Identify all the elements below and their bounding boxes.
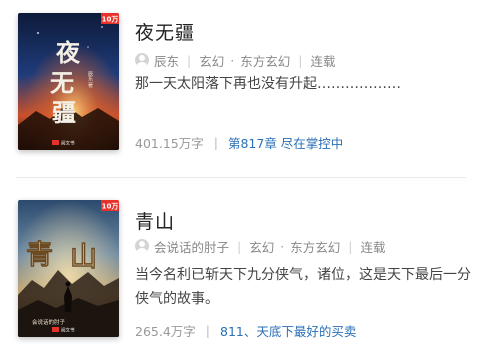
cover-title-char-2: 无 xyxy=(50,68,74,97)
status-label: 连载 xyxy=(360,239,386,255)
book-cover[interactable]: 10万 青 山 会说话的肘子 阅文书 xyxy=(18,200,119,337)
author-avatar-icon xyxy=(135,53,149,67)
book-item[interactable]: 10万 夜 无 疆 辰东 著 阅文书 夜无疆 辰东 | 玄幻 · 东方玄幻 | … xyxy=(0,0,484,176)
cover-title-char-2: 山 xyxy=(70,242,97,273)
separator: | xyxy=(298,52,303,68)
cover-publisher: 阅文书 xyxy=(61,140,75,147)
book-description: 那一天太阳落下再也没有升起……………… xyxy=(135,76,401,92)
latest-chapter-link[interactable]: 第817章 尽在掌控中 xyxy=(228,133,343,152)
book-list: 10万 夜 无 疆 辰东 著 阅文书 夜无疆 辰东 | 玄幻 · 东方玄幻 | … xyxy=(0,0,484,361)
cover-title-char-1: 青 xyxy=(26,240,53,271)
book-description: 当今名利已斩天下九分侠气，诸位，这是天下最后一分侠气的故事。 xyxy=(135,267,471,307)
dot-separator: · xyxy=(230,52,235,68)
latest-chapter-link[interactable]: 811、天底下最好的买卖 xyxy=(220,321,356,340)
separator: | xyxy=(237,238,242,254)
book-cover[interactable]: 10万 夜 无 疆 辰东 著 阅文书 xyxy=(18,13,119,150)
genre-link[interactable]: 玄幻 xyxy=(249,237,274,256)
cover-art: 10万 青 山 会说话的肘子 阅文书 xyxy=(18,200,119,337)
subgenre-link[interactable]: 东方玄幻 xyxy=(240,51,290,70)
cover-publisher: 阅文书 xyxy=(61,327,75,334)
book-title[interactable]: 青山 xyxy=(135,207,175,234)
separator: | xyxy=(348,238,353,254)
status-label: 连载 xyxy=(310,53,336,69)
cover-art: 10万 夜 无 疆 辰东 著 阅文书 xyxy=(18,13,119,150)
dot-separator: · xyxy=(280,238,285,254)
cover-author-mark: 辰东 著 xyxy=(87,71,93,89)
author-link[interactable]: 辰东 xyxy=(154,51,179,70)
separator: | xyxy=(205,322,211,338)
author-avatar-icon xyxy=(135,239,149,253)
book-stats: 401.15万字 | 第817章 尽在掌控中 xyxy=(135,133,343,151)
cover-author-mark: 会说话的肘子 xyxy=(32,318,66,326)
book-meta: 会说话的肘子 | 玄幻 · 东方玄幻 | 连载 xyxy=(135,237,385,255)
word-count: 265.4万字 xyxy=(135,323,196,339)
subgenre-link[interactable]: 东方玄幻 xyxy=(290,237,340,256)
cover-badge: 10万 xyxy=(102,16,119,24)
cover-title-char-3: 疆 xyxy=(52,98,76,127)
author-link[interactable]: 会说话的肘子 xyxy=(154,237,229,256)
cover-title-char-1: 夜 xyxy=(55,38,81,67)
separator: | xyxy=(213,134,218,150)
cover-badge: 10万 xyxy=(102,203,119,211)
book-stats: 265.4万字 | 811、天底下最好的买卖 xyxy=(135,321,356,339)
genre-link[interactable]: 玄幻 xyxy=(199,51,224,70)
book-item[interactable]: 10万 青 山 会说话的肘子 阅文书 青山 会说话的肘子 | 玄幻 · 东方玄幻… xyxy=(0,186,484,361)
word-count: 401.15万字 xyxy=(135,135,204,151)
divider xyxy=(16,177,466,178)
book-title[interactable]: 夜无疆 xyxy=(135,18,195,45)
book-meta: 辰东 | 玄幻 · 东方玄幻 | 连载 xyxy=(135,51,335,69)
separator: | xyxy=(187,52,192,68)
